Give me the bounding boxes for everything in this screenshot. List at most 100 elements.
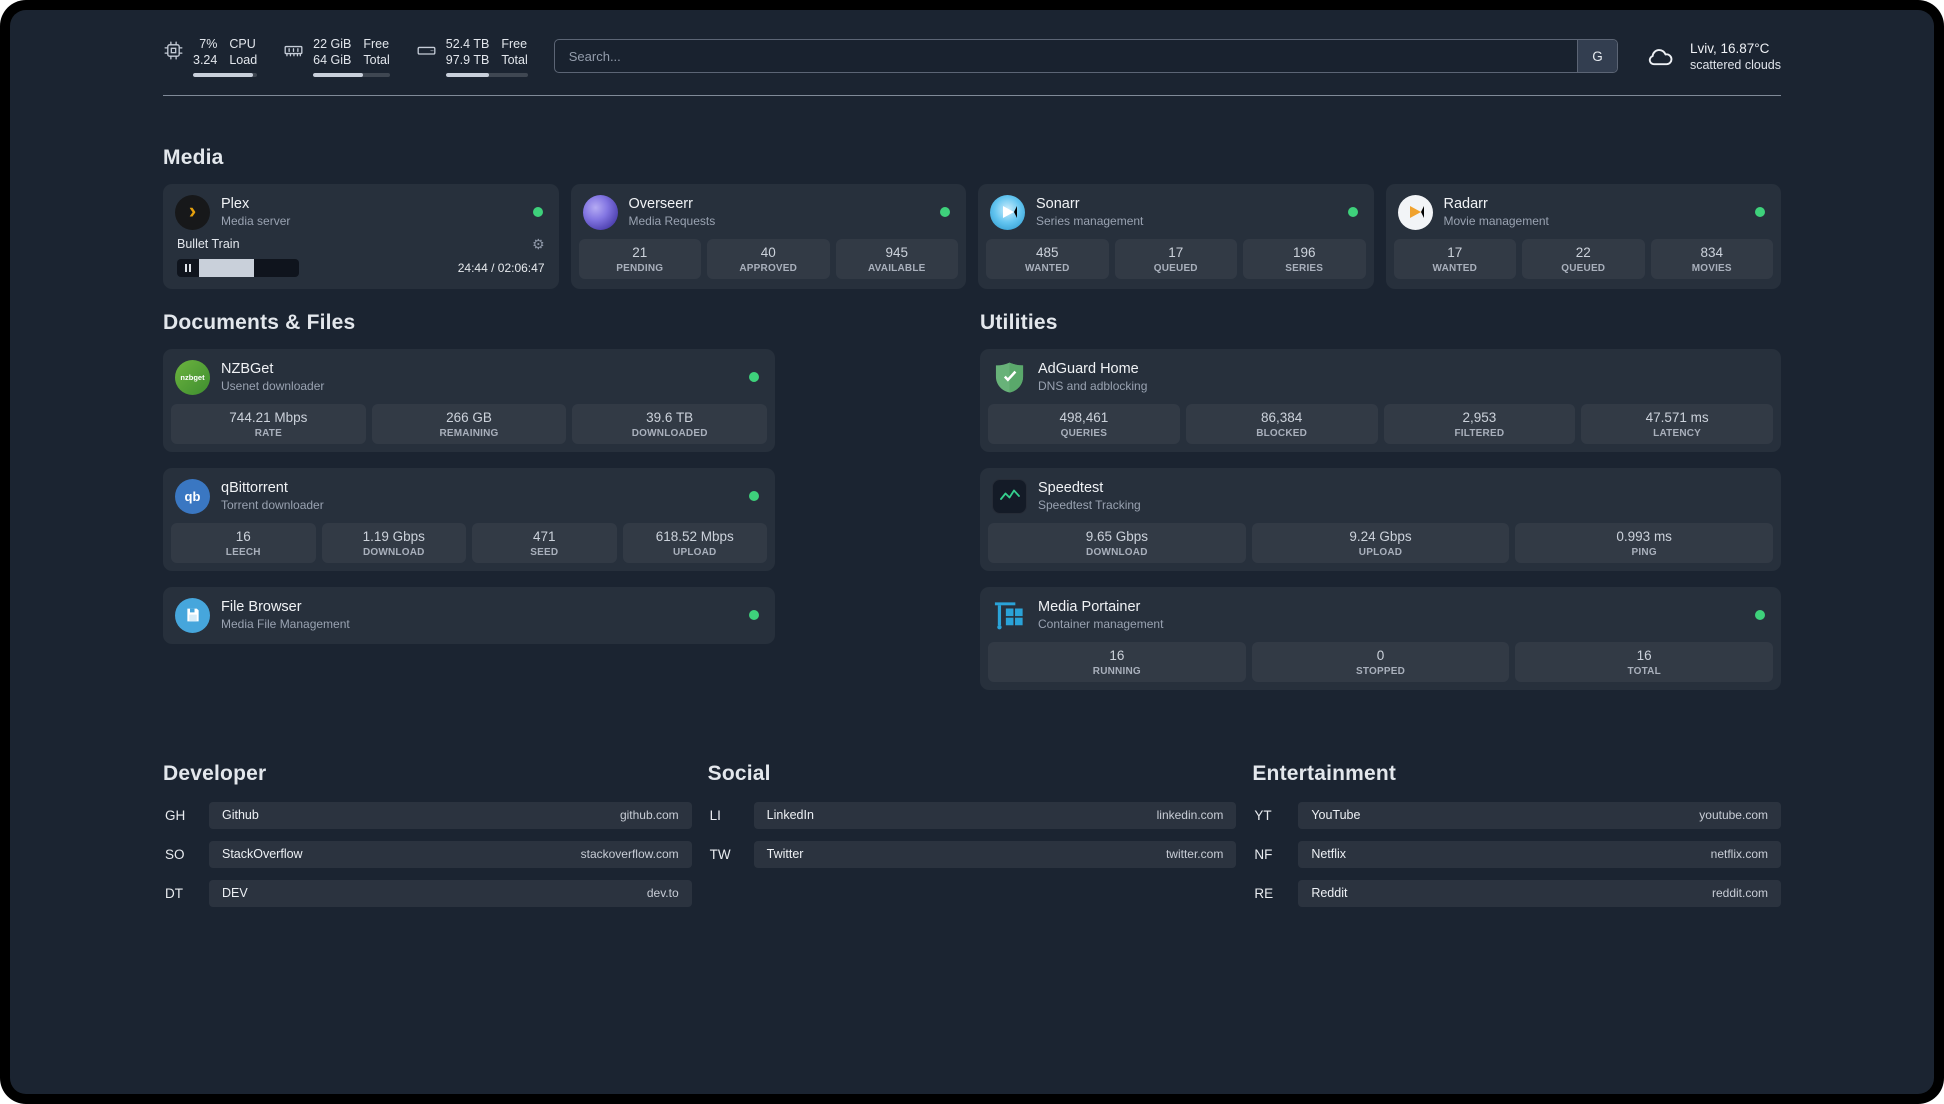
player-time: 24:44 / 02:06:47 — [457, 260, 545, 275]
bookmark-domain: github.com — [619, 808, 679, 822]
bookmark-name: LinkedIn — [766, 808, 814, 822]
stat-value: 21 — [632, 244, 648, 260]
qbittorrent-card[interactable]: qb qBittorrent Torrent downloader 16 LEE… — [163, 467, 775, 571]
nzbget-stat-remaining: 266 GB REMAINING — [371, 403, 567, 444]
bookmark-domain: netflix.com — [1710, 847, 1768, 861]
player-progress — [177, 258, 299, 277]
speedtest-name: Speedtest — [1038, 480, 1104, 496]
stat-value: 0 — [1376, 647, 1385, 663]
plex-name: Plex — [221, 196, 250, 212]
overseerr-card[interactable]: Overseerr Media Requests 21 PENDING 40 A… — [570, 183, 966, 289]
search-input[interactable] — [554, 40, 1577, 73]
bookmark-domain: linkedin.com — [1156, 808, 1224, 822]
stat-value: 16 — [235, 528, 251, 544]
bookmark-domain: dev.to — [646, 886, 679, 900]
stat-label: DOWNLOADED — [631, 427, 708, 439]
stat-value: 618.52 Mbps — [655, 528, 734, 544]
stat-label: WANTED — [1432, 262, 1478, 274]
weather-location: Lviv, 16.87°C — [1689, 40, 1770, 56]
nzbget-stat-downloaded: 39.6 TB DOWNLOADED — [572, 403, 768, 444]
bookmark-abbr: RE — [1254, 885, 1274, 901]
speedtest-stat-upload: 9.24 Gbps UPLOAD — [1251, 522, 1510, 563]
speedtest-stat-ping: 0.993 ms PING — [1515, 522, 1774, 563]
stat-value: 40 — [760, 244, 776, 260]
pause-button[interactable] — [177, 259, 199, 277]
portainer-name: Media Portainer — [1038, 599, 1141, 615]
radarr-status-dot — [1755, 207, 1765, 217]
portainer-status-dot — [1755, 610, 1765, 620]
stat-label: QUERIES — [1060, 427, 1108, 439]
stat-value: 744.21 Mbps — [229, 409, 308, 425]
bookmark-twitter[interactable]: TW Twitter twitter.com — [708, 840, 1237, 868]
nzbget-card[interactable]: nzbget NZBGet Usenet downloader 744.21 M… — [163, 348, 775, 452]
stat-value: 485 — [1035, 244, 1059, 260]
overseerr-stat-approved: 40 APPROVED — [707, 238, 830, 279]
adguard-card[interactable]: AdGuard Home DNS and adblocking 498,461 … — [980, 348, 1781, 452]
plex-card[interactable]: › Plex Media server Bullet Train ⚙ 24:44… — [163, 183, 559, 289]
search-provider-button[interactable]: G — [1576, 40, 1617, 73]
overseerr-stat-pending: 21 PENDING — [578, 238, 701, 279]
bookmark-dev[interactable]: DT DEV dev.to — [163, 879, 692, 907]
bookmark-name: Twitter — [766, 847, 804, 861]
stat-value: 0.993 ms — [1616, 528, 1672, 544]
stat-value: 9.24 Gbps — [1349, 528, 1412, 544]
stat-label: STOPPED — [1356, 665, 1406, 677]
stat-value: 1.19 Gbps — [362, 528, 425, 544]
stat-label: LATENCY — [1653, 427, 1702, 439]
sonarr-stat-series: 196 SERIES — [1243, 238, 1366, 279]
bookmark-name: Reddit — [1311, 886, 1348, 900]
gear-icon[interactable]: ⚙ — [532, 237, 545, 251]
portainer-stat-stopped: 0 STOPPED — [1251, 641, 1510, 682]
overseerr-status-dot — [940, 207, 950, 217]
stat-value: 16 — [1109, 647, 1125, 663]
qbittorrent-stat-leech: 16 LEECH — [171, 522, 316, 563]
bookmarks-entertainment: Entertainment YT YouTube youtube.com NF … — [1252, 762, 1781, 919]
bookmark-stackoverflow[interactable]: SO StackOverflow stackoverflow.com — [163, 840, 692, 868]
stat-label: RATE — [254, 427, 282, 439]
cpu-load-label: Load — [229, 53, 258, 68]
stat-label: QUEUED — [1561, 262, 1606, 274]
stat-value: 39.6 TB — [646, 409, 694, 425]
filebrowser-card[interactable]: File Browser Media File Management — [163, 586, 775, 644]
bookmarks-social: Social LI LinkedIn linkedin.com TW Twitt… — [708, 762, 1237, 919]
bookmark-reddit[interactable]: RE Reddit reddit.com — [1252, 879, 1781, 907]
stat-value: 266 GB — [446, 409, 492, 425]
stat-label: QUEUED — [1153, 262, 1198, 274]
disk-total-label: Total — [501, 53, 528, 68]
sonarr-card[interactable]: Sonarr Series management 485 WANTED 17 Q… — [978, 183, 1374, 289]
bookmark-name: Github — [222, 808, 259, 822]
stat-label: LEECH — [225, 546, 261, 558]
sonarr-desc: Series management — [1036, 214, 1144, 228]
bookmark-linkedin[interactable]: LI LinkedIn linkedin.com — [708, 801, 1237, 829]
nzbget-name: NZBGet — [221, 361, 274, 377]
radarr-card[interactable]: Radarr Movie management 17 WANTED 22 QUE… — [1385, 183, 1781, 289]
nzbget-desc: Usenet downloader — [221, 379, 325, 393]
bookmarks-developer: Developer GH Github github.com SO StackO… — [163, 762, 692, 919]
cpu-label: CPU — [229, 37, 256, 51]
filebrowser-name: File Browser — [221, 599, 302, 615]
stat-label: DOWNLOAD — [362, 546, 425, 558]
stat-value: 945 — [885, 244, 909, 260]
disk-icon — [417, 46, 436, 55]
utilities-section-title: Utilities — [980, 310, 1058, 334]
developer-section-title: Developer — [163, 761, 267, 785]
qbittorrent-stat-upload: 618.52 Mbps UPLOAD — [622, 522, 767, 563]
stat-label: SERIES — [1285, 262, 1324, 274]
speedtest-stat-download: 9.65 Gbps DOWNLOAD — [988, 522, 1246, 563]
memory-free-value: 22 GiB — [313, 37, 352, 51]
filebrowser-desc: Media File Management — [221, 617, 350, 631]
bookmark-abbr: SO — [165, 846, 185, 862]
stat-label: FILTERED — [1454, 427, 1505, 439]
qbittorrent-name: qBittorrent — [221, 480, 288, 496]
stat-label: PENDING — [616, 262, 664, 274]
bookmark-github[interactable]: GH Github github.com — [163, 801, 692, 829]
speedtest-card[interactable]: Speedtest Speedtest Tracking 9.65 Gbps D… — [980, 467, 1781, 571]
qbittorrent-stat-seed: 471 SEED — [472, 522, 617, 563]
portainer-card[interactable]: Media Portainer Container management 16 … — [980, 586, 1781, 690]
adguard-desc: DNS and adblocking — [1038, 379, 1148, 393]
bookmark-netflix[interactable]: NF Netflix netflix.com — [1252, 840, 1781, 868]
stat-value: 196 — [1292, 244, 1316, 260]
bookmark-youtube[interactable]: YT YouTube youtube.com — [1252, 801, 1781, 829]
bookmark-name: StackOverflow — [222, 847, 303, 861]
filebrowser-status-dot — [749, 610, 759, 620]
